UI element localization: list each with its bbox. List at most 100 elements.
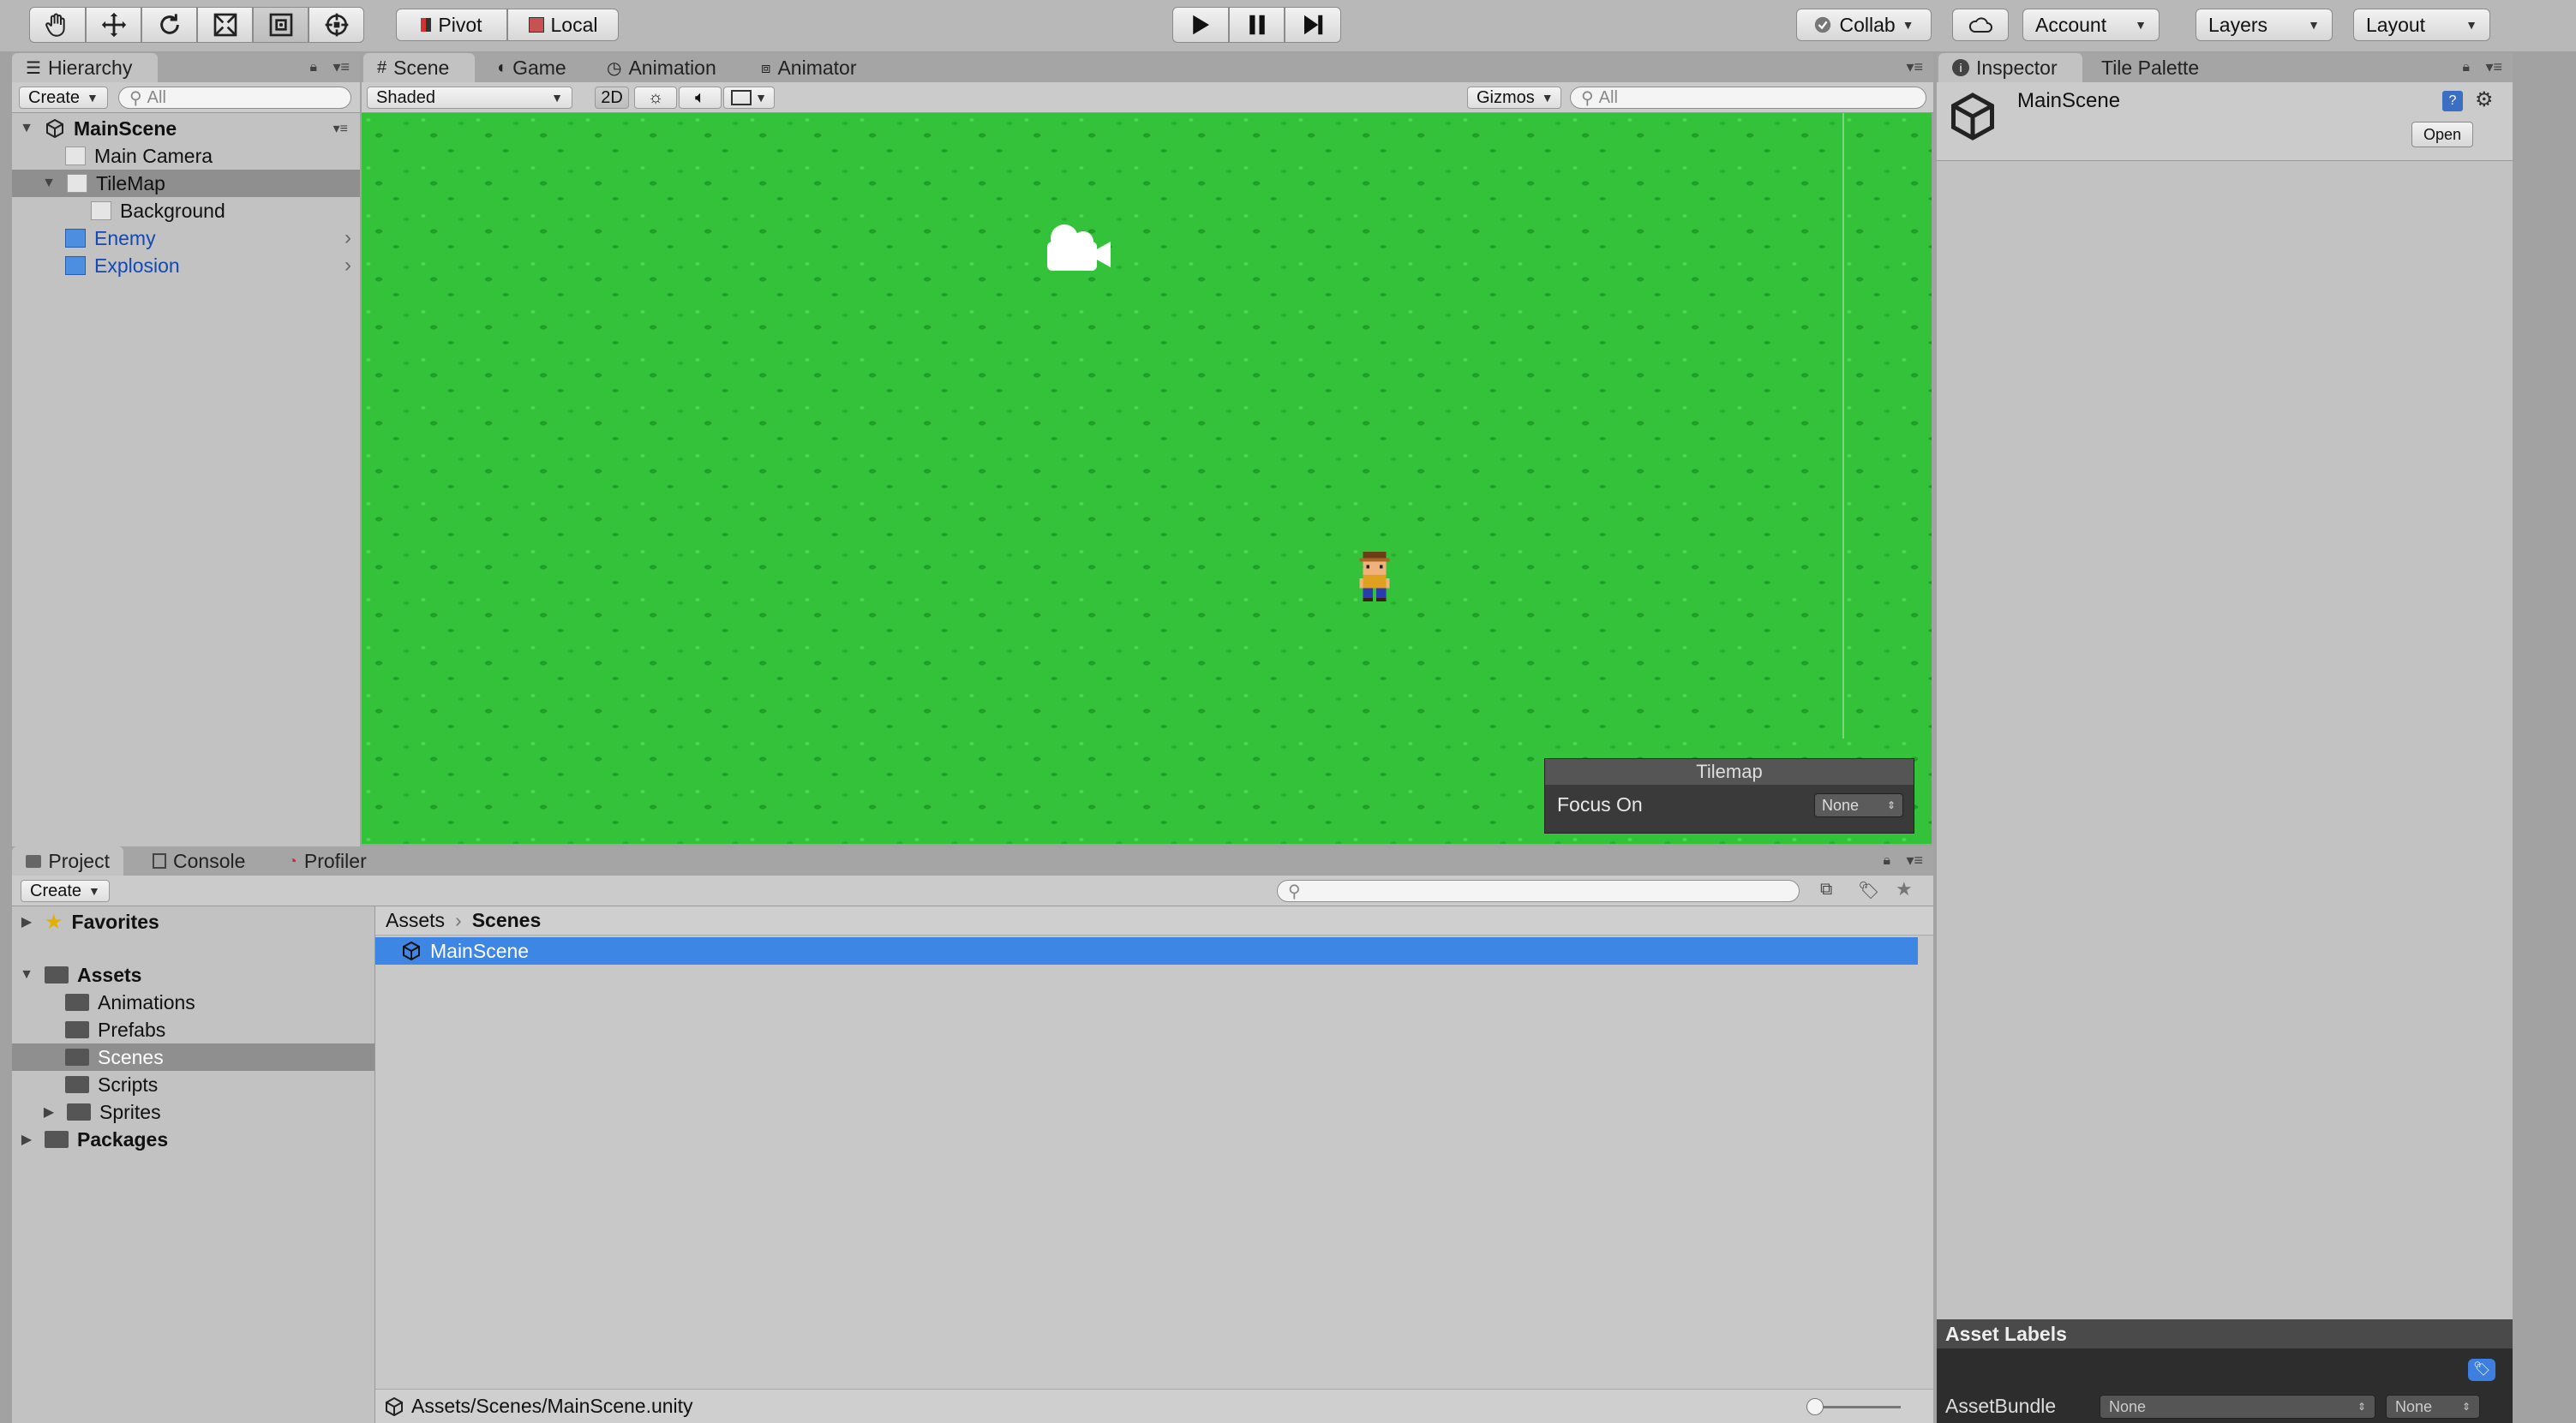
step-button[interactable] <box>1285 7 1341 43</box>
file-item[interactable]: MainScene <box>375 937 1918 965</box>
breadcrumb-item[interactable]: Scenes <box>472 909 542 932</box>
account-dropdown[interactable]: Account ▼ <box>2022 9 2160 41</box>
asset-bundle-dropdown[interactable]: None ⇕ <box>2100 1395 2375 1419</box>
scene-menu-icon[interactable]: ▾≡ <box>333 120 348 137</box>
rotate-tool-button[interactable] <box>141 7 197 43</box>
transform-tool-button[interactable] <box>309 7 364 43</box>
lock-icon[interactable]: 🔒︎ <box>309 60 317 75</box>
tree-item-packages[interactable]: ▶ Packages <box>12 1126 374 1153</box>
move-tool-button[interactable] <box>86 7 141 43</box>
gameobject-cube-icon <box>67 174 87 193</box>
pacman-icon: ◖ <box>495 57 506 77</box>
label-tag-icon[interactable]: 🏷︎ <box>2468 1359 2495 1381</box>
collab-dropdown[interactable]: Collab ▼ <box>1796 9 1932 41</box>
hierarchy-item[interactable]: Main Camera <box>12 142 360 170</box>
tab-console[interactable]: Console <box>139 846 259 876</box>
pivot-toggle[interactable]: Pivot <box>396 9 507 41</box>
tilemap-overlay-title: Tilemap <box>1545 759 1914 785</box>
gear-icon[interactable]: ⚙ <box>2475 87 2494 112</box>
grid-icon: # <box>377 57 387 77</box>
asset-bundle-variant-dropdown[interactable]: None ⇕ <box>2386 1395 2480 1419</box>
hierarchy-create-button[interactable]: Create ▼ <box>19 87 108 109</box>
tree-item-assets[interactable]: ▼ Assets <box>12 961 374 989</box>
filter-by-label-icon[interactable]: 🏷︎ <box>1858 880 1879 901</box>
panel-menu-icon[interactable]: ▾≡ <box>1906 852 1923 870</box>
local-toggle[interactable]: Local <box>507 9 619 41</box>
layout-dropdown[interactable]: Layout ▼ <box>2353 9 2490 41</box>
tab-game[interactable]: ◖ Game <box>482 53 580 82</box>
hierarchy-item[interactable]: Enemy › <box>12 224 360 252</box>
scene-canvas[interactable]: Tilemap Focus On None ⇕ <box>362 113 1932 844</box>
rotate-icon <box>159 14 179 34</box>
hierarchy-item[interactable]: Explosion › <box>12 252 360 279</box>
chevron-right-icon[interactable]: › <box>344 226 351 250</box>
tab-animation[interactable]: ◷ Animation <box>593 53 730 82</box>
breadcrumb-item[interactable]: Assets <box>386 909 445 932</box>
expand-triangle-icon[interactable]: ▶ <box>17 913 36 930</box>
tab-inspector[interactable]: i Inspector <box>1938 53 2082 82</box>
audio-toggle[interactable]: 🔈︎ <box>679 87 722 109</box>
pivot-icon <box>421 18 432 32</box>
updown-arrows-icon: ⇕ <box>2357 1401 2366 1413</box>
expand-triangle-icon[interactable]: ▶ <box>39 1103 58 1121</box>
hierarchy-search[interactable]: ⚲ All <box>118 87 351 109</box>
play-button[interactable] <box>1172 7 1229 43</box>
camera-gizmo-icon[interactable] <box>1039 218 1116 278</box>
star-icon: ★ <box>45 910 63 934</box>
star-icon[interactable]: ★ <box>1896 878 1913 900</box>
scene-search[interactable]: ⚲ All <box>1570 87 1926 109</box>
tree-item-folder[interactable]: Scenes <box>12 1043 374 1071</box>
panel-menu-icon[interactable]: ▾≡ <box>1906 58 1923 76</box>
shading-mode-dropdown[interactable]: Shaded ▼ <box>367 87 572 109</box>
tree-item-folder[interactable]: Animations <box>12 989 374 1016</box>
tree-item-favorites[interactable]: ▶ ★ Favorites <box>12 908 374 936</box>
tab-scene[interactable]: # Scene <box>363 53 475 82</box>
layers-dropdown[interactable]: Layers ▼ <box>2196 9 2333 41</box>
lighting-toggle[interactable]: ☼ <box>634 87 677 109</box>
project-search[interactable]: ⚲ <box>1277 880 1800 902</box>
expand-triangle-icon[interactable]: ▼ <box>39 176 58 191</box>
move-arrows-icon <box>101 12 126 38</box>
open-button[interactable]: Open <box>2411 122 2473 147</box>
folder-icon <box>65 1049 89 1066</box>
asset-path: Assets/Scenes/MainScene.unity <box>411 1395 693 1417</box>
effects-dropdown[interactable]: ▼ <box>723 87 775 109</box>
help-book-icon[interactable]: ? <box>2442 91 2463 111</box>
tree-item-folder[interactable]: ▶ Sprites <box>12 1098 374 1126</box>
player-sprite[interactable] <box>1356 552 1393 601</box>
expand-triangle-icon[interactable]: ▶ <box>17 1131 36 1148</box>
inspector-panel: i Inspector Tile Palette 🔒︎ ▾≡ MainScene… <box>1937 53 2513 1423</box>
lock-icon[interactable]: 🔒︎ <box>1883 853 1890 869</box>
cloud-button[interactable] <box>1952 9 2009 41</box>
lock-icon[interactable]: 🔒︎ <box>2462 60 2470 75</box>
filter-by-type-icon[interactable]: ⧉ <box>1820 880 1832 900</box>
tree-item-folder[interactable]: Scripts <box>12 1071 374 1098</box>
gizmos-dropdown[interactable]: Gizmos ▼ <box>1467 87 1561 109</box>
folder-icon <box>45 966 69 984</box>
tab-tile-palette[interactable]: Tile Palette <box>2088 53 2213 82</box>
chevron-right-icon[interactable]: › <box>344 254 351 278</box>
panel-menu-icon[interactable]: ▾≡ <box>332 58 350 76</box>
focus-on-dropdown[interactable]: None ⇕ <box>1814 793 1903 817</box>
step-icon <box>1304 15 1323 35</box>
tab-hierarchy[interactable]: ☰ Hierarchy <box>12 53 158 82</box>
pause-button[interactable] <box>1229 7 1285 43</box>
icon-size-slider-thumb[interactable] <box>1806 1398 1824 1415</box>
hierarchy-scene-row[interactable]: ▼ MainScene ▾≡ <box>12 115 360 142</box>
rect-tool-button[interactable] <box>253 7 309 43</box>
tab-animator[interactable]: ⧈ Animator <box>747 53 871 82</box>
tab-project[interactable]: Project <box>12 846 123 876</box>
hierarchy-item[interactable]: Background <box>12 197 360 224</box>
expand-triangle-icon[interactable]: ▼ <box>17 967 36 983</box>
hierarchy-item[interactable]: ▼ TileMap <box>12 170 360 197</box>
2d-toggle[interactable]: 2D <box>595 87 629 109</box>
project-create-button[interactable]: Create ▼ <box>21 880 110 902</box>
hand-tool-button[interactable] <box>29 7 86 43</box>
tree-item-folder[interactable]: Prefabs <box>12 1016 374 1043</box>
unity-scene-icon <box>403 941 420 961</box>
scale-tool-button[interactable] <box>197 7 253 43</box>
panel-menu-icon[interactable]: ▾≡ <box>2485 58 2502 76</box>
tab-profiler[interactable]: ◔ Profiler <box>274 846 380 876</box>
chevron-down-icon: ▼ <box>1541 91 1554 105</box>
expand-triangle-icon[interactable]: ▼ <box>17 121 36 136</box>
